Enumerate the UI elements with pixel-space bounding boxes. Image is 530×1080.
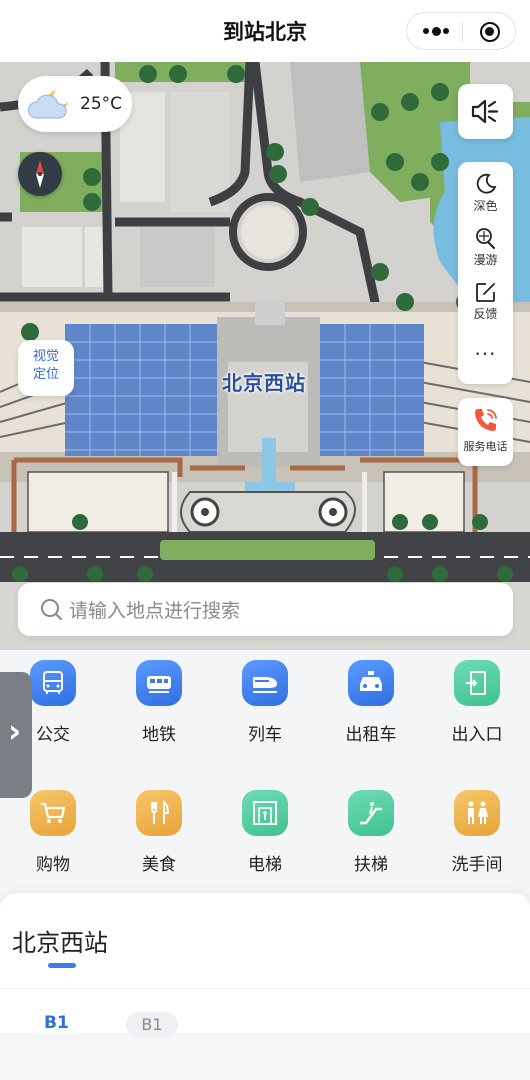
category-food[interactable]: 美食 — [109, 790, 209, 875]
roam-button[interactable]: 漫游 — [458, 218, 513, 272]
divider — [0, 988, 530, 989]
exit-door-icon — [454, 660, 500, 706]
category-label: 地铁 — [142, 725, 176, 745]
more-options-icon[interactable] — [423, 24, 449, 38]
service-phone-label: 服务电话 — [463, 440, 508, 453]
mini-program-capsule — [406, 12, 516, 50]
map-tools-panel: 深色 漫游 反馈 ··· — [458, 162, 513, 384]
roam-label: 漫游 — [473, 253, 498, 267]
search-placeholder: 请输入地点进行搜索 — [69, 600, 241, 622]
visual-locate-button[interactable]: 视觉 定位 — [18, 340, 74, 396]
bus-icon — [30, 660, 76, 706]
category-label: 洗手间 — [451, 855, 503, 875]
category-exit[interactable]: 出入口 — [427, 660, 527, 745]
sheet-drag-indicator — [48, 963, 76, 968]
side-drawer-handle[interactable]: › — [0, 672, 32, 798]
escalator-icon — [348, 790, 394, 836]
feedback-label: 反馈 — [473, 307, 498, 321]
more-tools-icon[interactable]: ··· — [458, 332, 513, 386]
category-train[interactable]: 列车 — [215, 660, 315, 745]
category-grid: 公交 地铁 列车 出租车 出入口 购物 美食 电梯 扶梯 洗手间 — [0, 650, 530, 890]
edit-icon — [475, 283, 495, 302]
partly-cloudy-night-icon — [28, 90, 68, 119]
station-map[interactable]: 北京西站 — [0, 62, 530, 650]
restroom-icon — [454, 790, 500, 836]
temperature-text: 25°C — [80, 94, 123, 114]
subway-icon — [136, 660, 182, 706]
fork-knife-icon — [136, 790, 182, 836]
station-info-sheet[interactable]: 北京西站 B1 B1 — [0, 893, 530, 1080]
category-escalator[interactable]: 扶梯 — [321, 790, 421, 875]
feedback-button[interactable]: 反馈 — [458, 272, 513, 326]
floor-tab[interactable]: B1 — [126, 1012, 178, 1038]
category-subway[interactable]: 地铁 — [109, 660, 209, 745]
visual-locate-label-2: 定位 — [32, 367, 59, 382]
title-bar: 到站北京 — [0, 0, 530, 62]
category-label: 列车 — [248, 725, 282, 745]
category-restroom[interactable]: 洗手间 — [427, 790, 527, 875]
category-label: 购物 — [36, 855, 70, 875]
floor-bar-background — [0, 1033, 530, 1080]
visual-locate-label-1: 视觉 — [32, 349, 59, 364]
map-illustration — [0, 62, 530, 650]
category-label: 电梯 — [248, 855, 282, 875]
category-taxi[interactable]: 出租车 — [321, 660, 421, 745]
station-name: 北京西站 — [12, 929, 108, 957]
category-label: 出入口 — [451, 725, 503, 745]
voice-broadcast-button[interactable] — [458, 84, 513, 139]
speaker-icon — [471, 99, 499, 124]
taxi-icon — [348, 660, 394, 706]
close-target-icon[interactable] — [480, 22, 500, 42]
search-icon — [41, 599, 62, 620]
category-elevator[interactable]: 电梯 — [215, 790, 315, 875]
search-input[interactable]: 请输入地点进行搜索 — [18, 583, 513, 636]
category-label: 美食 — [142, 855, 176, 875]
moon-icon — [476, 173, 496, 194]
train-icon — [242, 660, 288, 706]
service-phone-button[interactable]: 服务电话 — [458, 398, 513, 466]
dark-mode-button[interactable]: 深色 — [458, 164, 513, 218]
category-shopping[interactable]: 购物 — [3, 790, 103, 875]
chevron-right-icon: › — [8, 712, 22, 750]
dark-mode-label: 深色 — [473, 199, 498, 213]
shopping-cart-icon — [30, 790, 76, 836]
compass-icon[interactable] — [18, 152, 62, 196]
capsule-divider — [462, 22, 463, 42]
elevator-icon — [242, 790, 288, 836]
category-label: 扶梯 — [354, 855, 388, 875]
floor-tab-active[interactable]: B1 — [44, 1013, 69, 1033]
roam-icon — [475, 228, 495, 249]
weather-widget[interactable]: 25°C — [18, 76, 132, 132]
phone-icon — [474, 409, 497, 431]
category-label: 出租车 — [345, 725, 397, 745]
map-station-label: 北京西站 — [222, 371, 306, 395]
